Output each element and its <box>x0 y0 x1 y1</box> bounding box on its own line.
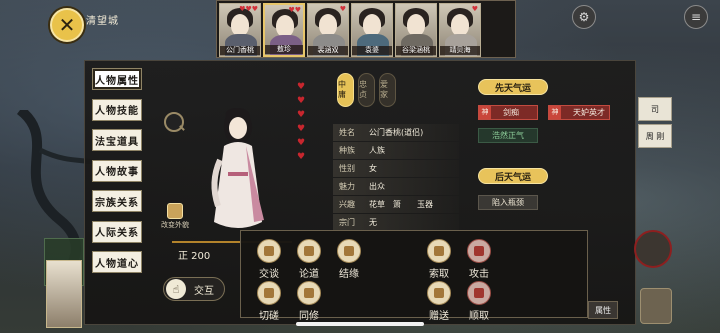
change-appearance-button[interactable]: 改变外貌 <box>158 203 192 230</box>
info-row: 性别女 <box>333 160 459 177</box>
tab-dao-heart[interactable]: 人物道心 <box>92 251 142 273</box>
steal-icon <box>467 281 491 305</box>
magnify-icon[interactable] <box>164 112 184 132</box>
tab-treasures-items[interactable]: 法宝道具 <box>92 129 142 151</box>
portrait-name: 敖珍 <box>265 45 303 54</box>
tab-social-relations[interactable]: 人际关系 <box>92 220 142 243</box>
acquired-luck-header: 后天气运 <box>478 168 548 184</box>
trait-badge[interactable]: 神天妒英才 <box>548 105 610 120</box>
alignment-tab[interactable]: 中庸 <box>337 73 354 107</box>
close-x-icon: ✕ <box>58 13 76 37</box>
action-steal[interactable]: 顺取 <box>459 281 499 322</box>
alignment-tab[interactable]: 忠贞 <box>358 73 375 107</box>
favor-hearts-column: ♥ ♥ ♥ ♥ ♥ ♥ <box>297 82 306 162</box>
home-indicator <box>296 322 424 326</box>
cultivate-icon <box>297 281 321 305</box>
action-discuss-dao[interactable]: 论道 <box>289 239 329 280</box>
side-card[interactable]: 周 刚 <box>638 124 672 148</box>
map-round-marker[interactable] <box>634 230 672 268</box>
hand-icon: ☝ <box>166 279 186 299</box>
close-button[interactable]: ✕ <box>50 8 84 42</box>
tab-character-attributes[interactable]: 人物属性 <box>92 68 142 90</box>
chat-icon <box>257 239 281 263</box>
action-request[interactable]: 索取 <box>419 239 459 280</box>
portrait-card[interactable]: ♥♥ 敖珍 <box>263 3 305 57</box>
portrait-name: 公门香桃 <box>220 46 260 55</box>
interaction-menu: 交谈 论道 结缘 索取 攻击 切磋 同修 赠送 顺取 <box>240 230 588 322</box>
innate-luck-header: 先天气运 <box>478 79 548 95</box>
favor-hearts: ♥ <box>471 5 478 13</box>
portrait-name: 谷梁涵桃 <box>396 46 436 55</box>
spar-icon <box>257 281 281 305</box>
request-icon <box>427 239 451 263</box>
tab-character-story[interactable]: 人物故事 <box>92 159 142 182</box>
sword-icon <box>467 239 491 263</box>
portrait-card[interactable]: ♥ 裴涵双 <box>307 3 349 57</box>
righteousness-value: 正 200 <box>178 251 211 262</box>
action-spar[interactable]: 切磋 <box>249 281 289 322</box>
menu-icon[interactable]: ≡ <box>684 5 708 29</box>
character-info-table: 姓名 公门香桃(道侣) 种族 人族 性别女 魅力 出众 兴趣 花草 箫 玉器 宗门无 <box>333 124 459 232</box>
side-card[interactable]: 司 <box>638 97 672 121</box>
alignment-tabs: 中庸 忠贞 爱家 <box>337 73 396 107</box>
info-row-sect: 宗门无 <box>333 214 459 231</box>
tab-character-skills[interactable]: 人物技能 <box>92 98 142 121</box>
portrait-name: 袁婆 <box>352 46 392 55</box>
action-bond[interactable]: 结缘 <box>329 239 369 280</box>
action-co-cultivate[interactable]: 同修 <box>289 281 329 322</box>
appearance-icon <box>167 203 183 219</box>
map-side-button[interactable] <box>640 288 672 324</box>
trait-badge[interactable]: 浩然正气 <box>478 128 538 143</box>
interact-button[interactable]: ☝ 交互 <box>163 277 225 301</box>
side-tab-list: 人物属性 人物技能 法宝道具 人物故事 宗族关系 人际关系 人物道心 <box>92 68 144 282</box>
gift-icon <box>427 281 451 305</box>
info-row: 姓名 公门香桃(道侣) <box>333 124 459 141</box>
info-row: 魅力 出众 <box>333 178 459 195</box>
action-gift[interactable]: 赠送 <box>419 281 459 322</box>
bond-icon <box>337 239 361 263</box>
trait-badge[interactable]: 陷入瓶颈 <box>478 195 538 210</box>
gear-icon[interactable]: ⚙ <box>572 5 596 29</box>
alignment-tab[interactable]: 爱家 <box>379 73 396 107</box>
info-row: 种族 人族 <box>333 142 459 159</box>
favor-hearts: ♥ <box>339 5 346 13</box>
trait-badge[interactable]: 神剑痴 <box>478 105 538 120</box>
portrait-name: 靖贝海 <box>440 46 480 55</box>
attributes-button[interactable]: 属性 <box>588 301 618 319</box>
info-row: 兴趣 花草 箫 玉器 <box>333 196 459 213</box>
portrait-card[interactable]: ♥ 靖贝海 <box>439 3 481 57</box>
action-attack[interactable]: 攻击 <box>459 239 499 280</box>
character-portrait <box>211 108 264 228</box>
favor-hearts: ♥♥ <box>288 6 301 14</box>
map-character-marker[interactable] <box>46 260 82 328</box>
tab-clan-relations[interactable]: 宗族关系 <box>92 190 142 212</box>
portrait-name: 裴涵双 <box>308 46 348 55</box>
favor-hearts: ♥♥♥ <box>239 5 258 13</box>
portrait-card[interactable]: 袁婆 <box>351 3 393 57</box>
portrait-card[interactable]: 谷梁涵桃 <box>395 3 437 57</box>
city-name: 清望城 <box>86 16 119 27</box>
debate-icon <box>297 239 321 263</box>
portrait-strip: ♥♥♥ 公门香桃 ♥♥ 敖珍 ♥ 裴涵双 袁婆 谷梁涵桃 ♥ 靖贝海 <box>216 0 516 58</box>
action-chat[interactable]: 交谈 <box>249 239 289 280</box>
portrait-card[interactable]: ♥♥♥ 公门香桃 <box>219 3 261 57</box>
